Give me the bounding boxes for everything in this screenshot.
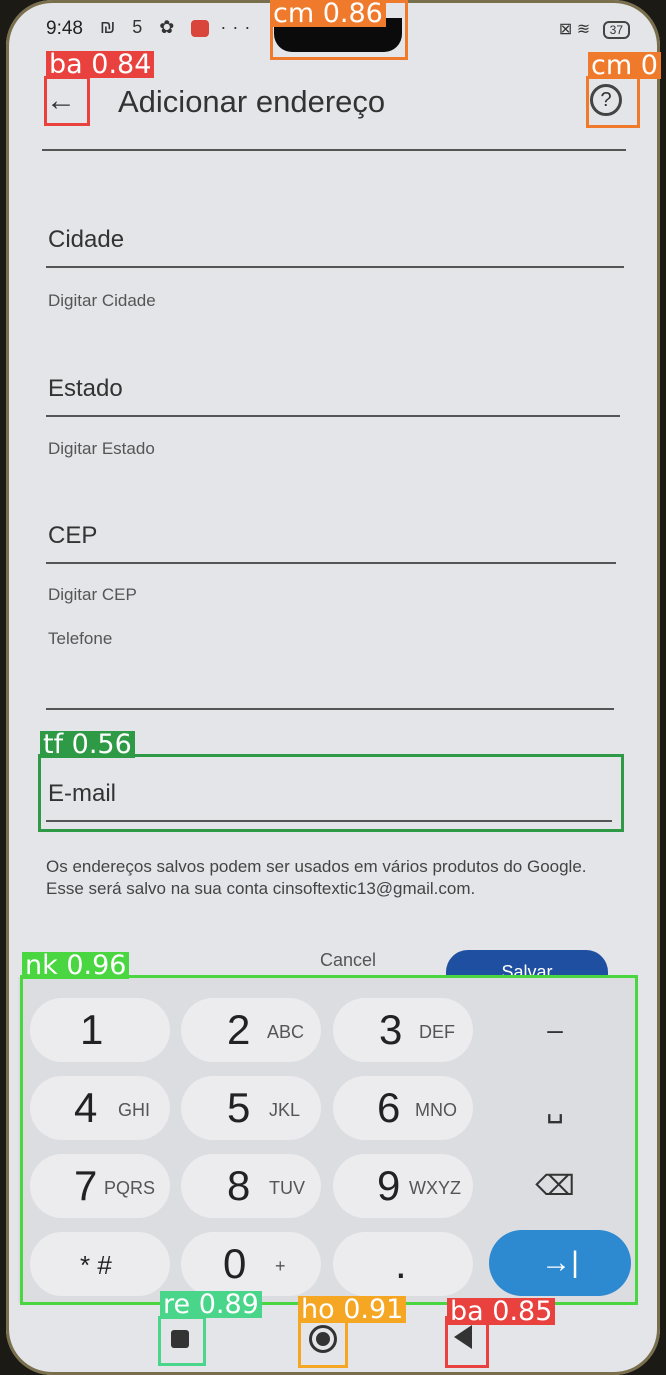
mail-icon <box>191 19 210 37</box>
status-left-icons: ₪ 5 ✿ <box>100 17 181 37</box>
status-notification-icons: ₪ 5 ✿ ··· <box>100 17 256 38</box>
cancel-button[interactable]: Cancel <box>320 950 376 971</box>
city-label: Cidade <box>48 226 125 253</box>
detection-label-recents: re 0.89 <box>160 1291 262 1318</box>
detection-box-keyboard <box>20 975 638 1305</box>
detection-label-email: tf 0.56 <box>40 731 135 758</box>
zip-underline <box>46 562 616 564</box>
state-label: Estado <box>48 375 123 402</box>
detection-label-help: cm 0 <box>588 52 661 79</box>
battery-icon: 37 <box>602 21 630 39</box>
state-underline <box>46 415 620 417</box>
phone-label: Telefone <box>48 629 113 648</box>
state-hint: Digitar Estado <box>48 439 155 458</box>
top-divider <box>42 149 626 151</box>
detection-box-recents <box>158 1316 206 1366</box>
signal-wifi-icon: ⊠ ≋ <box>558 21 591 38</box>
detection-label-notch: cm 0.86 <box>270 0 386 27</box>
detection-label-keyboard: nk 0.96 <box>22 952 130 979</box>
zip-hint: Digitar CEP <box>48 585 137 604</box>
city-hint: Digitar Cidade <box>48 291 156 310</box>
zip-label: CEP <box>48 522 98 549</box>
status-dots: ··· <box>220 17 257 37</box>
detection-box-email <box>38 754 624 832</box>
city-underline <box>46 266 624 268</box>
page-title: Adicionar endereço <box>118 84 386 119</box>
detection-label-nav-back: ba 0.85 <box>447 1298 556 1325</box>
detection-label-home: ho 0.91 <box>298 1296 407 1323</box>
detection-label-back: ba 0.84 <box>46 51 155 78</box>
address-note: Os endereços salvos podem ser usados em … <box>46 857 587 898</box>
status-right-icons: ⊠ ≋ 37 <box>559 19 630 39</box>
detection-box-back <box>44 76 90 126</box>
status-time: 9:48 <box>46 18 83 39</box>
detection-box-help <box>586 76 640 128</box>
phone-underline <box>46 708 614 710</box>
